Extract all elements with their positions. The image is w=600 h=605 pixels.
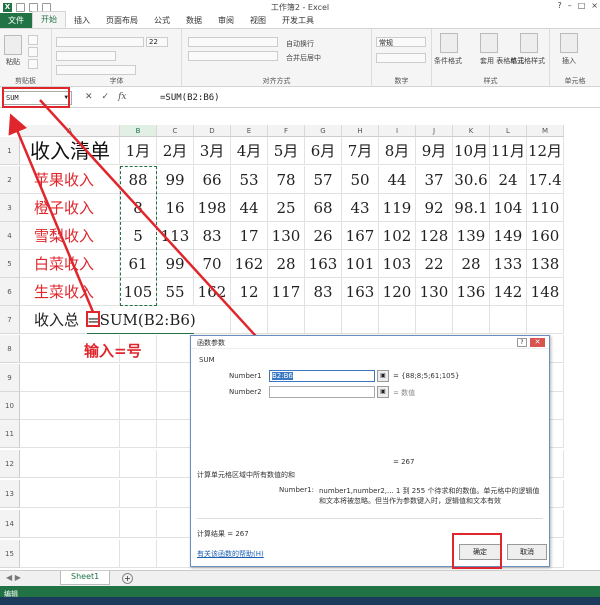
sheet-tab-bar: ◀ ▶ Sheet1 + <box>0 570 600 586</box>
function-description: 计算单元格区域中所有数值的和 <box>197 471 295 479</box>
collapse-dialog-icon[interactable]: ▣ <box>377 386 389 398</box>
add-sheet-icon[interactable]: + <box>122 573 133 584</box>
dialog-divider <box>197 518 543 519</box>
argument-name: Number1: <box>279 486 314 494</box>
close-icon[interactable]: ✕ <box>530 338 545 347</box>
number2-result: = 数值 <box>393 389 416 397</box>
number1-value: B2:B6 <box>272 372 293 380</box>
taskbar <box>0 597 600 605</box>
collapse-dialog-icon[interactable]: ▣ <box>377 370 389 382</box>
sheet-tab[interactable]: Sheet1 <box>60 571 111 585</box>
dialog-title: 函数参数 <box>191 336 549 349</box>
number1-input[interactable]: B2:B6 <box>269 370 375 382</box>
arrow-to-namebox <box>8 113 95 313</box>
number1-label: Number1 <box>229 372 262 380</box>
function-name: SUM <box>199 356 215 364</box>
number2-label: Number2 <box>229 388 262 396</box>
argument-description: number1,number2,... 1 到 255 个待求和的数值。单元格中… <box>319 487 540 495</box>
help-link[interactable]: 有关该函数的帮助(H) <box>197 549 264 559</box>
number2-input[interactable] <box>269 386 375 398</box>
argument-description-cont: 和文本将被忽略。但当作为参数键入时，逻辑值和文本有效 <box>319 497 501 505</box>
arrow-to-number1 <box>39 99 289 372</box>
calc-result: 计算结果 = 267 <box>197 530 249 538</box>
ok-button-highlight <box>452 533 502 569</box>
number1-result: = {88;8;5;61;105} <box>393 372 460 380</box>
sheet-nav-icon[interactable]: ◀ ▶ <box>6 573 21 582</box>
total-result: = 267 <box>393 458 415 466</box>
cancel-button[interactable]: 取消 <box>507 544 547 560</box>
help-icon[interactable]: ? <box>517 338 527 347</box>
